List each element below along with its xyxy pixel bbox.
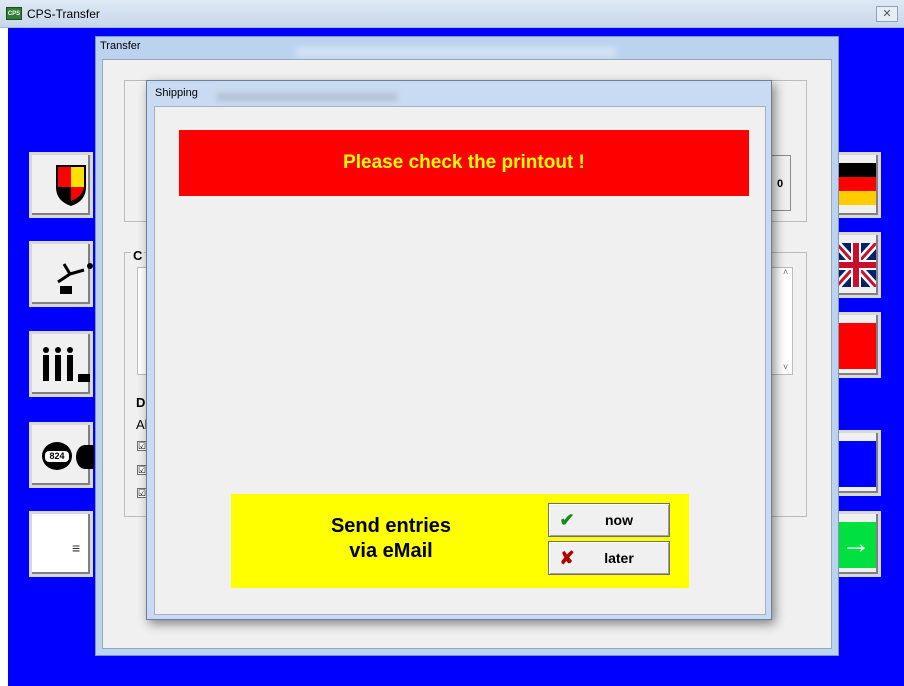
arrow-right-icon: → xyxy=(836,522,876,568)
bib-badge-icon: 824 xyxy=(42,442,72,470)
printer-select-button[interactable]: 0 xyxy=(769,155,791,211)
club-crest-button[interactable] xyxy=(29,152,93,218)
athletes-icon xyxy=(43,347,90,382)
shipping-dialog-title: Shipping xyxy=(155,87,198,99)
content-group-label: C xyxy=(131,248,145,263)
shipping-dialog: Shipping Please check the printout ! Sen… xyxy=(146,80,772,620)
scroll-up-arrow[interactable]: ˄ xyxy=(783,267,788,277)
athletes-button[interactable] xyxy=(29,331,93,397)
blurred-subtitle xyxy=(217,93,397,101)
cross-icon: ✘ xyxy=(559,548,575,568)
app-title: CPS-Transfer xyxy=(27,7,100,21)
email-panel: Send entries via eMail ✔ now ✘ later xyxy=(231,494,689,588)
check-icon: ✔ xyxy=(559,510,575,530)
performance-button[interactable] xyxy=(29,241,93,307)
destination-label: D xyxy=(136,395,146,410)
blue-block-icon xyxy=(836,441,876,487)
blurred-heading xyxy=(296,47,616,57)
alert-banner: Please check the printout ! xyxy=(179,130,749,196)
uk-flag-icon xyxy=(836,243,876,287)
send-now-button[interactable]: ✔ now xyxy=(548,503,670,537)
scroll-down-arrow[interactable]: ˅ xyxy=(783,362,788,372)
list-icon: ≡ xyxy=(72,540,81,556)
send-later-button[interactable]: ✘ later xyxy=(548,541,670,575)
jump-figure-icon xyxy=(57,263,93,294)
email-prompt-line2: via eMail xyxy=(349,540,433,562)
email-prompt-line1: Send entries xyxy=(330,515,452,537)
app-icon: CPS xyxy=(6,7,22,20)
transfer-window-title: Transfer xyxy=(100,40,141,52)
german-flag-icon xyxy=(836,163,876,205)
document-button[interactable]: ≡ xyxy=(29,511,93,577)
shield-icon xyxy=(56,165,86,206)
app-titlebar xyxy=(0,0,904,28)
round-icon xyxy=(76,445,94,469)
email-prompt: Send entries via eMail xyxy=(291,514,491,564)
bib-number: 824 xyxy=(45,451,69,462)
close-button[interactable]: ✕ xyxy=(876,6,898,22)
shipping-client-area: Please check the printout ! Send entries… xyxy=(154,106,766,615)
send-now-label: now xyxy=(605,512,633,528)
send-later-label: later xyxy=(604,550,634,566)
red-block-icon xyxy=(836,323,876,369)
bibs-button[interactable]: 824 xyxy=(29,422,94,488)
